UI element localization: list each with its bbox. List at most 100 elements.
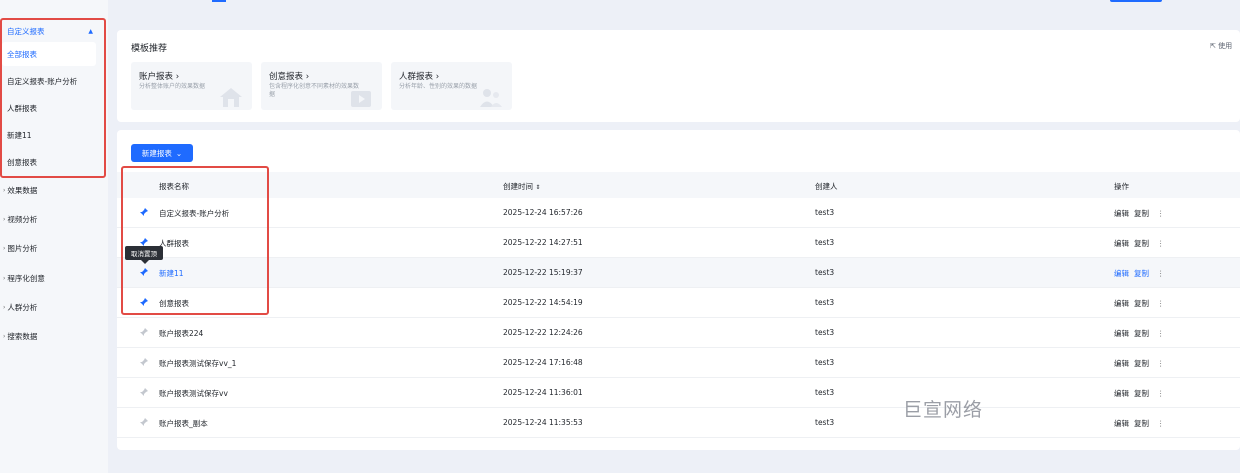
chevron-down-icon: ⌄ <box>175 148 183 158</box>
more-icon[interactable]: ⋮ <box>1157 239 1165 248</box>
report-name[interactable]: 账户报表224 <box>159 328 203 339</box>
report-creator: test3 <box>815 358 835 367</box>
row-ops: 编辑 复制 ⋮ <box>1114 328 1170 339</box>
copy-button[interactable]: 复制 <box>1134 239 1149 248</box>
copy-button[interactable]: 复制 <box>1134 299 1149 308</box>
top-action-button-edge[interactable] <box>1110 0 1162 2</box>
template-card-creative[interactable]: 创意报表 › 包含程序化创意不同素材的效果数据 <box>261 62 382 110</box>
report-created: 2025-12-22 12:24:26 <box>503 328 583 337</box>
more-icon[interactable]: ⋮ <box>1157 299 1165 308</box>
more-icon[interactable]: ⋮ <box>1157 419 1165 428</box>
sidebar-item-effect-data[interactable]: › 效果数据 <box>0 179 108 201</box>
use-link[interactable]: ⇱ 使用 <box>1210 41 1232 51</box>
pin-icon[interactable] <box>139 327 149 337</box>
report-created: 2025-12-24 16:57:26 <box>503 208 583 217</box>
more-icon[interactable]: ⋮ <box>1157 389 1165 398</box>
copy-button[interactable]: 复制 <box>1134 419 1149 428</box>
sidebar-item-label: 图片分析 <box>7 243 38 253</box>
row-ops: 编辑 复制 ⋮ <box>1114 268 1170 279</box>
table-row: 账户报表测试保存vv 2025-12-24 11:36:01 test3 编辑复… <box>117 378 1240 408</box>
table-row: 自定义报表-账户分析 2025-12-24 16:57:26 test3 编辑复… <box>117 198 1240 228</box>
edit-button[interactable]: 编辑 <box>1114 359 1129 368</box>
template-card-audience[interactable]: 人群报表 › 分析年龄、性别的效果的数据 <box>391 62 512 110</box>
copy-button[interactable]: 复制 <box>1134 389 1149 398</box>
report-creator: test3 <box>815 388 835 397</box>
copy-button[interactable]: 复制 <box>1134 329 1149 338</box>
row-ops: 编辑 复制 ⋮ <box>1114 358 1170 369</box>
template-card-name: 人群报表 <box>399 72 434 82</box>
report-creator: test3 <box>815 328 835 337</box>
edit-button[interactable]: 编辑 <box>1114 389 1129 398</box>
more-icon[interactable]: ⋮ <box>1157 329 1165 338</box>
edit-button[interactable]: 编辑 <box>1114 239 1129 248</box>
template-card-name: 账户报表 <box>139 72 174 82</box>
report-created: 2025-12-22 14:27:51 <box>503 238 583 247</box>
chevron-right-icon: › <box>3 303 6 311</box>
chevron-right-icon: › <box>175 72 180 82</box>
sidebar-item-label: 视频分析 <box>7 214 38 224</box>
people-icon <box>480 89 502 107</box>
table-row: 新建11 2025-12-22 15:19:37 test3 编辑 复制 ⋮ <box>117 258 1240 288</box>
sidebar-item-label: 搜索数据 <box>7 331 38 341</box>
top-tab-indicator <box>212 0 226 2</box>
pin-icon[interactable] <box>139 417 149 427</box>
report-created: 2025-12-24 17:16:48 <box>503 358 583 367</box>
new-report-button[interactable]: 新建报表 ⌄ <box>131 144 193 162</box>
column-header-ops: 操作 <box>1114 182 1129 191</box>
pin-icon[interactable] <box>139 387 149 397</box>
chevron-right-icon: › <box>3 332 6 340</box>
edit-button[interactable]: 编辑 <box>1114 269 1129 278</box>
sidebar-item-label: 人群分析 <box>7 302 38 312</box>
template-card-account[interactable]: 账户报表 › 分析整体账户的效果数据 <box>131 62 252 110</box>
pin-icon[interactable] <box>139 357 149 367</box>
sidebar-item-label: 效果数据 <box>7 185 38 195</box>
sidebar-item-image-analysis[interactable]: › 图片分析 <box>0 237 108 259</box>
table-row: 账户报表_副本 2025-12-24 11:35:53 test3 编辑 复制 ⋮ <box>117 408 1240 438</box>
chevron-right-icon: › <box>3 215 6 223</box>
report-created: 2025-12-24 11:35:53 <box>503 418 583 427</box>
table-row: 创意报表 2025-12-22 14:54:19 test3 编辑 复制 ⋮ <box>117 288 1240 318</box>
report-name[interactable]: 账户报表测试保存vv_1 <box>159 358 236 369</box>
report-creator: test3 <box>815 208 835 217</box>
report-name[interactable]: 账户报表_副本 <box>159 418 208 429</box>
sidebar-item-audience-analysis[interactable]: › 人群分析 <box>0 296 108 318</box>
row-ops: 编辑 复制 ⋮ <box>1114 298 1170 309</box>
report-created: 2025-12-24 11:36:01 <box>503 388 583 397</box>
edit-button[interactable]: 编辑 <box>1114 209 1129 218</box>
column-header-creator: 创建人 <box>815 182 838 191</box>
table-row: 账户报表测试保存vv_1 2025-12-24 17:16:48 test3 编… <box>117 348 1240 378</box>
more-icon[interactable]: ⋮ <box>1157 209 1165 218</box>
sidebar-item-programmatic[interactable]: › 程序化创意 <box>0 267 108 289</box>
table-row: 人群报表 2025-12-22 14:27:51 test3 编辑 复制 ⋮ <box>117 228 1240 258</box>
sidebar-item-label: 程序化创意 <box>7 273 45 283</box>
report-name[interactable]: 账户报表测试保存vv <box>159 388 228 399</box>
edit-button[interactable]: 编辑 <box>1114 329 1129 338</box>
report-creator: test3 <box>815 298 835 307</box>
use-link-label: 使用 <box>1218 42 1233 50</box>
highlight-box-pinned-rows <box>121 166 269 315</box>
sidebar-item-video-analysis[interactable]: › 视频分析 <box>0 208 108 230</box>
report-creator: test3 <box>815 268 835 277</box>
report-creator: test3 <box>815 418 835 427</box>
edit-button[interactable]: 编辑 <box>1114 299 1129 308</box>
video-play-icon <box>351 91 371 107</box>
more-icon[interactable]: ⋮ <box>1157 269 1165 278</box>
report-created: 2025-12-22 14:54:19 <box>503 298 583 307</box>
chevron-right-icon: › <box>305 72 310 82</box>
house-icon <box>220 88 242 107</box>
edit-button[interactable]: 编辑 <box>1114 419 1129 428</box>
copy-button[interactable]: 复制 <box>1134 209 1149 218</box>
copy-button[interactable]: 复制 <box>1134 269 1149 278</box>
template-panel-title: 模板推荐 <box>131 44 168 54</box>
row-ops: 编辑 复制 ⋮ <box>1114 208 1170 219</box>
table-row: 账户报表224 2025-12-22 12:24:26 test3 编辑 复制 ⋮ <box>117 318 1240 348</box>
more-icon[interactable]: ⋮ <box>1157 359 1165 368</box>
report-created: 2025-12-22 15:19:37 <box>503 268 583 277</box>
row-ops: 编辑 复制 ⋮ <box>1114 238 1170 249</box>
sidebar-item-search-data[interactable]: › 搜索数据 <box>0 325 108 347</box>
sort-icon: ⇕ <box>535 184 541 191</box>
column-header-created[interactable]: 创建时间 ⇕ <box>503 181 540 192</box>
chevron-right-icon: › <box>435 72 440 82</box>
chevron-right-icon: › <box>3 274 6 282</box>
copy-button[interactable]: 复制 <box>1134 359 1149 368</box>
